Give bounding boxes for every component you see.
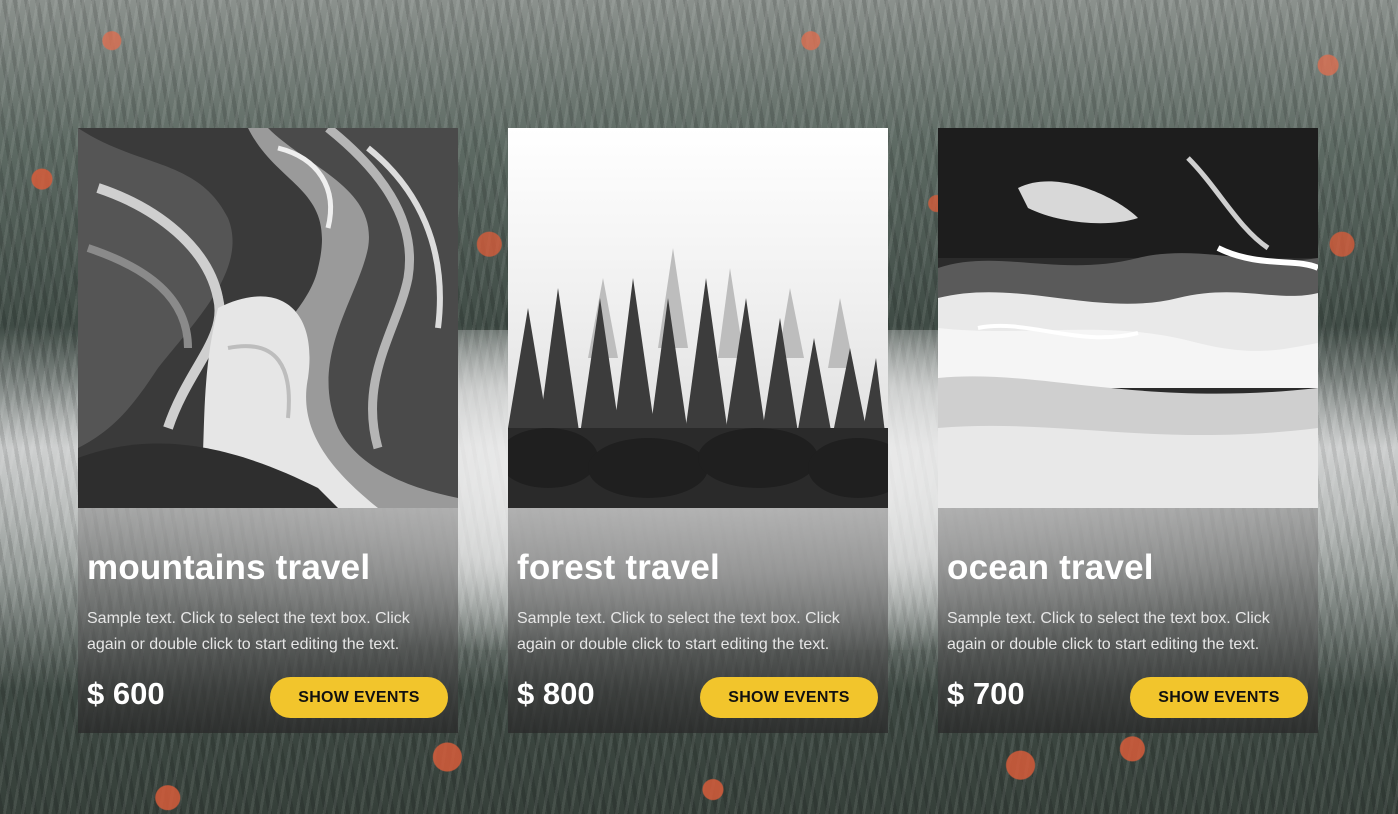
card-price: $ 600: [87, 676, 165, 711]
show-events-button[interactable]: SHOW EVENTS: [1130, 677, 1308, 718]
card-description: Sample text. Click to select the text bo…: [87, 610, 410, 653]
canyon-photo: [78, 128, 458, 508]
card-description: Sample text. Click to select the text bo…: [947, 610, 1270, 653]
card-title: ocean travel: [947, 548, 1154, 587]
card-price: $ 800: [517, 676, 595, 711]
show-events-button[interactable]: SHOW EVENTS: [270, 677, 448, 718]
travel-card-forest: forest travel Sample text. Click to sele…: [508, 128, 888, 733]
ocean-waves-photo: [938, 128, 1318, 508]
card-title: mountains travel: [87, 548, 371, 587]
card-title: forest travel: [517, 548, 720, 587]
show-events-button[interactable]: SHOW EVENTS: [700, 677, 878, 718]
travel-card-ocean: ocean travel Sample text. Click to selec…: [938, 128, 1318, 733]
card-body: forest travel Sample text. Click to sele…: [508, 508, 888, 733]
travel-card-mountains: mountains travel Sample text. Click to s…: [78, 128, 458, 733]
foggy-forest-photo: [508, 128, 888, 508]
card-description: Sample text. Click to select the text bo…: [517, 610, 840, 653]
card-body: ocean travel Sample text. Click to selec…: [938, 508, 1318, 733]
card-price: $ 700: [947, 676, 1025, 711]
card-body: mountains travel Sample text. Click to s…: [78, 508, 458, 733]
